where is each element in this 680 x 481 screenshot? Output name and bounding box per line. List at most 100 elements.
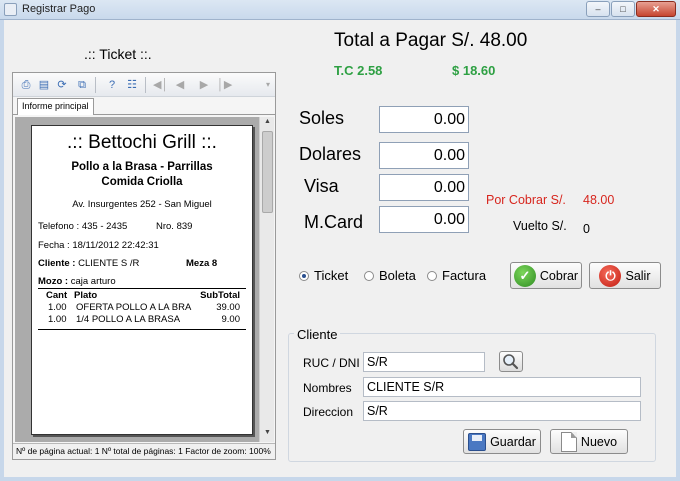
toolbar-overflow-icon[interactable]: ▾ <box>261 78 275 92</box>
next-page-icon[interactable]: ▶ <box>197 78 211 92</box>
direccion-label: Direccion <box>303 405 354 419</box>
report-statusbar: Nº de página actual: 1 Nº total de págin… <box>13 443 275 459</box>
scroll-down-icon[interactable]: ▼ <box>262 429 273 441</box>
vuelto-value: 0 <box>583 222 590 236</box>
vuelto-label: Vuelto S/. <box>513 219 567 233</box>
mcard-label: M.Card <box>304 212 364 232</box>
receipt-phone: Telefono : 435 - 2435 <box>38 221 128 232</box>
window-titlebar: Registrar Pago – □ ✕ <box>0 0 680 20</box>
last-page-icon[interactable]: │▶ <box>217 78 232 92</box>
cliente-group-title: Cliente <box>294 327 341 342</box>
save-icon <box>468 432 487 451</box>
radio-ticket[interactable]: Ticket <box>299 268 348 283</box>
prev-page-icon[interactable]: ◀ <box>173 78 187 92</box>
report-scrollbar[interactable]: ▲ ▼ <box>259 117 274 442</box>
tab-informe-principal[interactable]: Informe principal <box>17 98 94 115</box>
maximize-button[interactable]: □ <box>611 1 635 17</box>
receipt-separator <box>38 288 246 289</box>
ruc-label: RUC / DNI <box>303 356 360 370</box>
radio-factura-label: Factura <box>442 268 487 283</box>
ruc-input[interactable] <box>363 352 485 372</box>
window-frame-bottom <box>0 477 680 481</box>
close-button[interactable]: ✕ <box>636 1 676 17</box>
receipt-col-qty: Cant <box>46 290 68 301</box>
receipt-client-value: CLIENTE S /R <box>78 258 140 269</box>
radio-ticket-label: Ticket <box>314 268 349 283</box>
scroll-thumb[interactable] <box>262 131 273 213</box>
receipt-date: Fecha : 18/11/2012 22:42:31 <box>38 240 159 251</box>
export-icon[interactable]: ⧉ <box>75 78 89 92</box>
tree-icon[interactable]: ☷ <box>125 78 139 92</box>
radio-boleta[interactable]: Boleta <box>364 268 416 283</box>
report-tabstrip: Informe principal <box>13 97 275 115</box>
page-setup-icon[interactable]: ▤ <box>37 78 51 92</box>
radio-factura-indicator[interactable] <box>427 270 437 281</box>
nombres-label: Nombres <box>303 381 352 395</box>
radio-factura[interactable]: Factura <box>427 268 486 283</box>
receipt-address: Av. Insurgentes 252 - San Miguel <box>72 199 212 210</box>
receipt-waiter-value: caja arturo <box>70 276 116 287</box>
soles-label: Soles <box>299 108 345 128</box>
dolares-label: Dolares <box>299 144 362 164</box>
radio-boleta-indicator[interactable] <box>364 270 374 281</box>
soles-input[interactable] <box>379 106 469 133</box>
cobrar-button[interactable]: ✓ Cobrar <box>510 262 582 289</box>
help-icon[interactable]: ? <box>105 78 119 92</box>
toolbar-separator <box>145 77 146 93</box>
direccion-input[interactable] <box>363 401 641 421</box>
radio-ticket-indicator[interactable] <box>299 270 309 281</box>
toolbar-separator <box>95 77 96 93</box>
receipt-separator <box>38 329 246 330</box>
receipt-row-item: 1/4 POLLO A LA BRASA <box>76 314 181 325</box>
nombres-input[interactable] <box>363 377 641 397</box>
receipt-col-subtotal: SubTotal <box>200 290 240 301</box>
power-icon: ⏻ <box>599 264 622 287</box>
por-cobrar-label: Por Cobrar S/. <box>486 193 566 207</box>
report-viewer: ⎙ ▤ ⟳ ⧉ ? ☷ ◀│ ◀ ▶ │▶ ▾ Informe principa… <box>12 72 276 460</box>
total-to-pay: Total a Pagar S/. 48.00 <box>334 30 528 51</box>
receipt-row-qty: 1.00 <box>48 302 67 313</box>
receipt-waiter: Mozo : caja arturo <box>38 276 116 287</box>
receipt-row-subtotal: 9.00 <box>221 314 241 325</box>
receipt-row-item: OFERTA POLLO A LA BRA <box>76 302 192 313</box>
nuevo-button[interactable]: Nuevo <box>550 429 628 454</box>
visa-label: Visa <box>304 176 339 196</box>
salir-button-label: Salir <box>625 268 651 283</box>
report-toolbar: ⎙ ▤ ⟳ ⧉ ? ☷ ◀│ ◀ ▶ │▶ ▾ <box>13 73 275 97</box>
dolares-input[interactable] <box>379 142 469 169</box>
guardar-button-label: Guardar <box>490 434 536 449</box>
radio-boleta-label: Boleta <box>379 268 416 283</box>
receipt-number: Nro. 839 <box>156 221 193 232</box>
window-controls: – □ ✕ <box>586 1 676 17</box>
scroll-up-icon[interactable]: ▲ <box>262 118 273 130</box>
receipt-subtitle: Comida Criolla <box>101 176 183 188</box>
refresh-icon[interactable]: ⟳ <box>55 78 69 92</box>
cobrar-button-label: Cobrar <box>539 268 579 283</box>
guardar-button[interactable]: Guardar <box>463 429 541 454</box>
exchange-rate: T.C 2.58 <box>334 63 383 78</box>
receipt-table: Meza 8 <box>186 258 218 269</box>
nuevo-button-label: Nuevo <box>580 434 618 449</box>
mcard-input[interactable] <box>379 206 469 233</box>
report-canvas: .:: Bettochi Grill ::. Pollo a la Brasa … <box>15 117 259 442</box>
minimize-button[interactable]: – <box>586 1 610 17</box>
receipt-row-qty: 1.00 <box>48 314 67 325</box>
total-usd: $ 18.60 <box>452 63 496 78</box>
search-icon <box>503 354 519 370</box>
receipt-client-label: Cliente : <box>38 258 76 269</box>
receipt-subtitle: Pollo a la Brasa - Parrillas <box>71 161 213 173</box>
visa-input[interactable] <box>379 174 469 201</box>
receipt-client: Cliente : CLIENTE S /R <box>38 258 139 269</box>
print-icon[interactable]: ⎙ <box>19 78 33 92</box>
receipt-col-item: Plato <box>74 290 98 301</box>
receipt-waiter-label: Mozo : <box>38 276 69 287</box>
salir-button[interactable]: ⏻ Salir <box>589 262 661 289</box>
app-icon <box>4 3 17 16</box>
new-document-icon <box>560 431 577 452</box>
window-title: Registrar Pago <box>22 3 96 15</box>
receipt-row-subtotal: 39.00 <box>216 302 240 313</box>
first-page-icon[interactable]: ◀│ <box>153 78 168 92</box>
receipt-restaurant-name: .:: Bettochi Grill ::. <box>67 132 217 153</box>
por-cobrar-value: 48.00 <box>583 193 615 207</box>
search-client-button[interactable] <box>499 351 523 372</box>
